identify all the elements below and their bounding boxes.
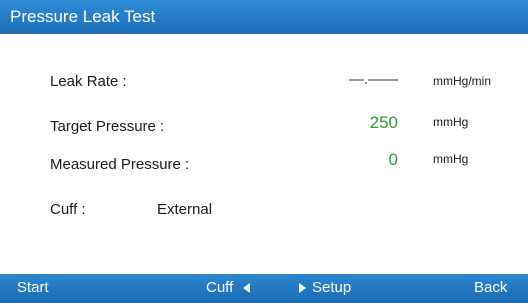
triangle-left-icon (243, 283, 251, 293)
softkey-bar: Start Cuff Setup Back (0, 274, 528, 303)
target-pressure-label: Target Pressure : (50, 118, 165, 135)
back-button[interactable]: Back (474, 277, 507, 299)
back-button-label: Back (474, 279, 508, 296)
cuff-button-label: Cuff (206, 279, 234, 296)
cuff-value: External (157, 201, 213, 218)
setup-button[interactable]: Setup (299, 277, 351, 299)
leak-rate-unit: mmHg/min (433, 74, 492, 88)
target-pressure-value: 250 (369, 113, 398, 132)
pressure-leak-test-screen: Pressure Leak Test Leak Rate : —.—— mmHg… (0, 0, 528, 303)
start-button-label: Start (17, 279, 49, 296)
triangle-right-icon (299, 283, 306, 293)
page-title: Pressure Leak Test (10, 7, 156, 26)
measured-pressure-unit: mmHg (433, 152, 469, 166)
measured-pressure-value: 0 (388, 150, 398, 169)
cuff-label: Cuff : (50, 201, 86, 218)
leak-rate-label: Leak Rate : (50, 73, 127, 90)
target-pressure-unit: mmHg (433, 115, 469, 129)
measured-pressure-label: Measured Pressure : (50, 156, 190, 173)
title-bar: Pressure Leak Test (0, 0, 528, 34)
leak-rate-value: —.—— (348, 71, 398, 88)
setup-button-label: Setup (312, 279, 352, 296)
cuff-button[interactable]: Cuff (206, 277, 251, 299)
start-button[interactable]: Start (17, 277, 49, 299)
